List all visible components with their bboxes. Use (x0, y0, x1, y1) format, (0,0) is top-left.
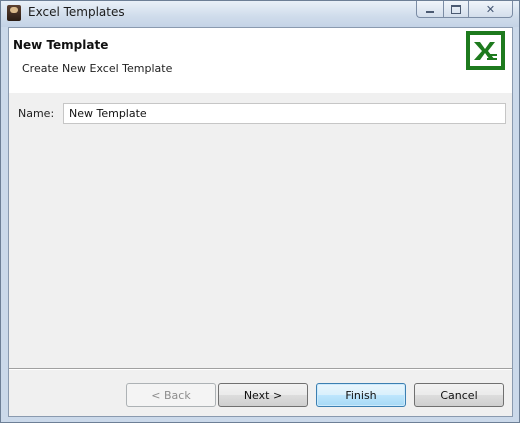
window-title: Excel Templates (28, 5, 125, 19)
button-bar-divider-highlight (9, 369, 512, 370)
maximize-button[interactable] (443, 1, 469, 18)
close-icon: ✕ (485, 2, 496, 16)
minimize-icon (426, 11, 434, 13)
page-title: New Template (13, 38, 109, 52)
back-button[interactable]: < Back (126, 383, 216, 407)
app-icon (7, 5, 21, 21)
next-button[interactable]: Next > (218, 383, 308, 407)
wizard-client-area: New Template Create New Excel Template N… (8, 27, 513, 417)
maximize-icon (451, 4, 461, 14)
title-bar[interactable]: Excel Templates ✕ (1, 1, 519, 27)
name-label: Name: (18, 107, 55, 120)
finish-button[interactable]: Finish (316, 383, 406, 407)
page-description: Create New Excel Template (22, 62, 173, 75)
name-input[interactable] (63, 103, 506, 124)
banner-divider (9, 92, 512, 93)
minimize-button[interactable] (416, 1, 443, 18)
wizard-banner: New Template Create New Excel Template (9, 28, 512, 93)
close-button[interactable]: ✕ (469, 1, 513, 18)
excel-logo-icon (466, 31, 505, 70)
dialog-window: Excel Templates ✕ New Template Create Ne… (0, 0, 520, 423)
cancel-button[interactable]: Cancel (414, 383, 504, 407)
window-controls: ✕ (416, 1, 513, 19)
